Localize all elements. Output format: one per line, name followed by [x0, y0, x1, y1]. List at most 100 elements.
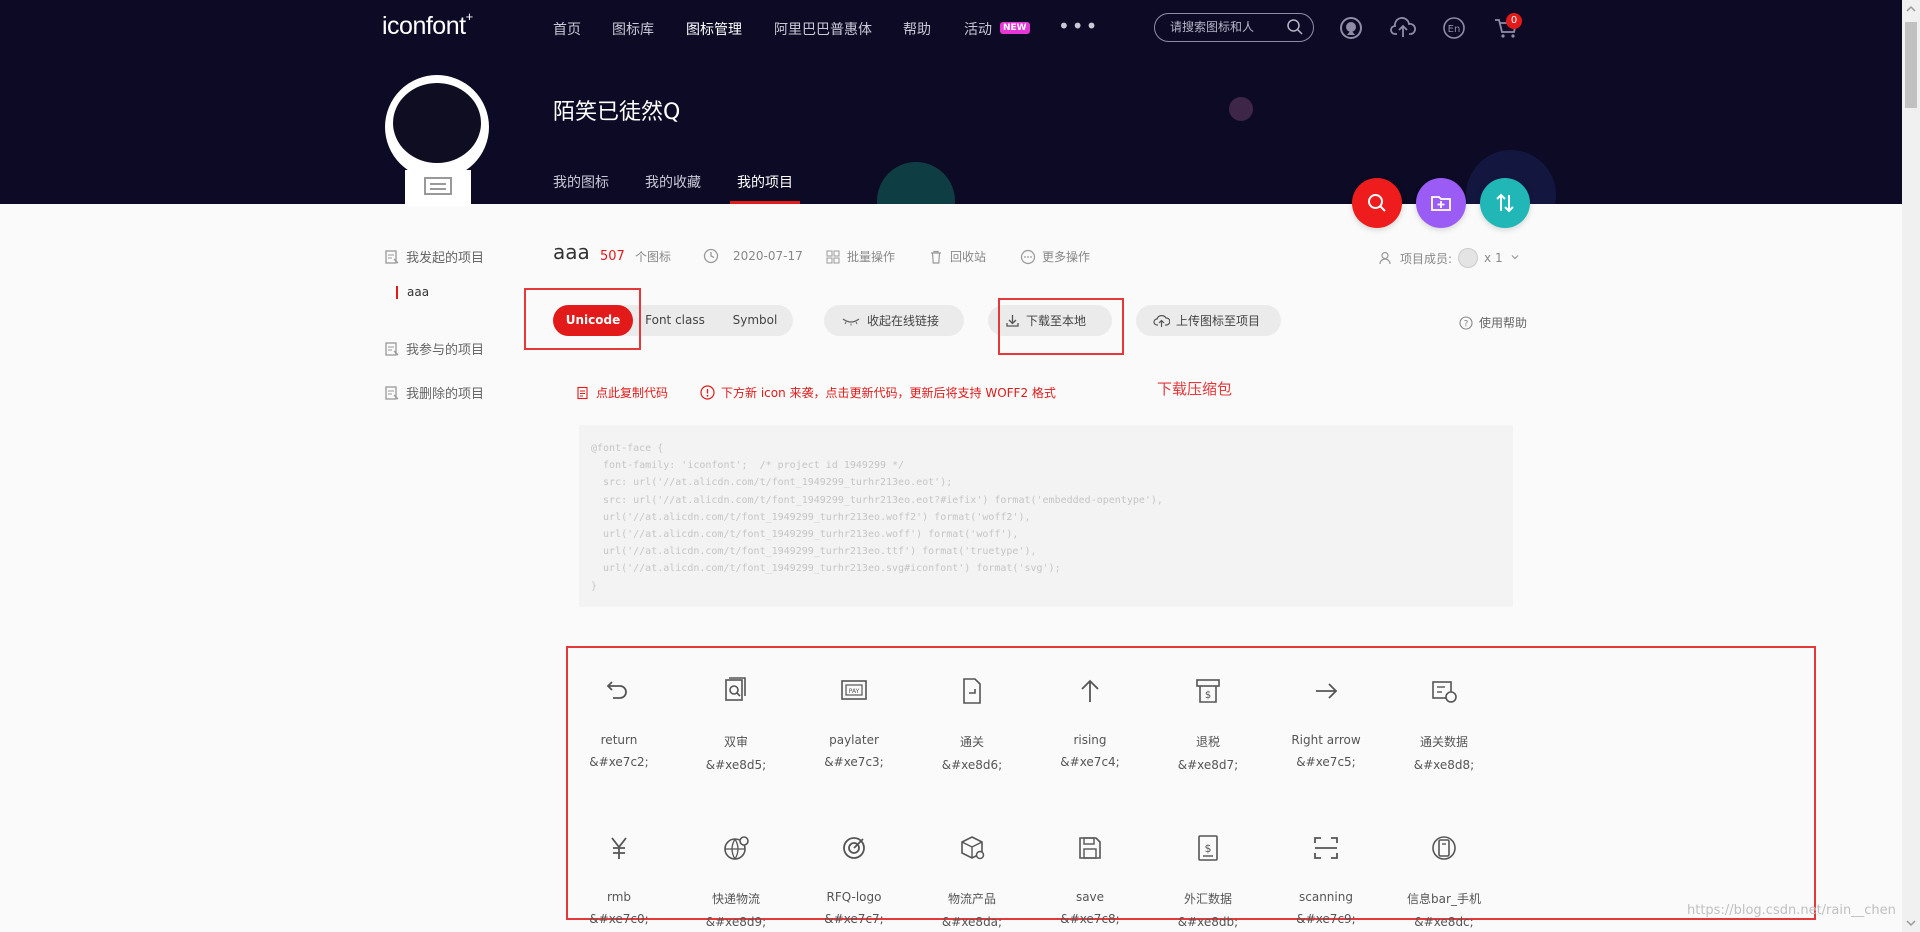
nav-icon-library[interactable]: 图标库: [612, 19, 654, 39]
grid-icon: [826, 250, 840, 263]
svg-text:En: En: [1448, 24, 1461, 35]
icon-unicode: &#xe8d9;: [705, 915, 767, 929]
cart-count-badge: 0: [1506, 13, 1522, 29]
icon-card[interactable]: 通关 &#xe8d6;: [913, 675, 1031, 772]
sidebar-joined-projects[interactable]: 我参与的项目: [384, 339, 484, 358]
project-doc-icon: [385, 341, 399, 356]
fab-add-project-button[interactable]: [1416, 178, 1466, 228]
usage-help-link[interactable]: ? 使用帮助: [1459, 314, 1527, 331]
svg-text:?: ?: [1464, 319, 1469, 329]
icon-card[interactable]: 物流产品 &#xe8da;: [913, 832, 1031, 929]
icon-name: save: [1075, 890, 1105, 904]
profile-name: 陌笑已徒然Q: [553, 100, 681, 125]
sort-arrows-icon: [1496, 193, 1514, 213]
icon-card[interactable]: save &#xe7c8;: [1031, 832, 1149, 926]
icon-name: RFQ-logo: [826, 890, 882, 904]
icon-card[interactable]: $ 外汇数据 &#xe8db;: [1149, 832, 1267, 929]
contributor-icon[interactable]: [1339, 16, 1365, 40]
icon-unicode: &#xe8da;: [941, 915, 1003, 929]
sidebar-started-label: 我发起的项目: [406, 251, 485, 266]
avatar[interactable]: [385, 75, 489, 179]
avatar-robot-body: [405, 170, 471, 206]
fab-search-button[interactable]: [1352, 178, 1402, 228]
search-icon[interactable]: [1286, 18, 1304, 40]
copy-code-link[interactable]: 点此复制代码: [576, 384, 668, 401]
icon-name: rising: [1073, 733, 1107, 747]
language-en-icon[interactable]: En: [1442, 16, 1468, 40]
icon-unicode: &#xe7c5;: [1296, 755, 1356, 769]
icon-name: return: [600, 733, 638, 747]
icon-card[interactable]: PAY paylater &#xe7c3;: [795, 675, 913, 769]
sidebar-project-aaa[interactable]: aaa: [396, 286, 429, 299]
search-input[interactable]: [1170, 18, 1280, 36]
icon-unicode: &#xe8d7;: [1177, 758, 1239, 772]
members-count: x 1: [1484, 251, 1503, 265]
question-circle-icon: ?: [1459, 315, 1473, 330]
sidebar-deleted-projects[interactable]: 我删除的项目: [384, 383, 484, 402]
tab-my-favorites[interactable]: 我的收藏: [645, 172, 701, 192]
update-code-notice[interactable]: 下方新 icon 来袭，点击更新代码，更新后将支持 WOFF2 格式: [700, 384, 1056, 401]
sidebar-deleted-label: 我删除的项目: [406, 387, 485, 402]
icon-card[interactable]: scanning &#xe7c9;: [1267, 832, 1385, 926]
icon-card[interactable]: $ 退税 &#xe8d7;: [1149, 675, 1267, 772]
icon-card[interactable]: 通关数据 &#xe8d8;: [1385, 675, 1503, 772]
new-badge: NEW: [1000, 22, 1030, 34]
upload-cloud-icon[interactable]: [1390, 16, 1416, 40]
symbol-tab[interactable]: Symbol: [715, 305, 795, 336]
customs-data-icon: [1385, 675, 1503, 707]
font-face-code-block[interactable]: @font-face { font-family: 'iconfont'; /*…: [579, 425, 1513, 607]
nav-icon-management[interactable]: 图标管理: [686, 19, 742, 39]
more-ops-button[interactable]: 更多操作: [1020, 248, 1090, 265]
svg-text:PAY: PAY: [849, 688, 860, 695]
iconfont-logo[interactable]: iconfont+: [382, 9, 473, 41]
nav-activity[interactable]: 活动: [964, 19, 992, 39]
icon-unicode: &#xe8dc;: [1414, 915, 1474, 929]
scroll-up-icon: [1906, 5, 1916, 12]
tab-my-icons[interactable]: 我的图标: [553, 172, 609, 192]
scroll-down-icon: [1906, 920, 1916, 927]
rising-arrow-icon: [1031, 675, 1149, 707]
members-label: 项目成员:: [1400, 251, 1453, 266]
scrollbar-track[interactable]: [1902, 0, 1920, 932]
icon-unicode: &#xe8db;: [1177, 915, 1239, 929]
sidebar-started-projects[interactable]: 我发起的项目: [384, 247, 484, 266]
save-icon: [1031, 832, 1149, 864]
icon-card[interactable]: return &#xe7c2;: [560, 675, 678, 769]
help-label: 使用帮助: [1479, 316, 1528, 330]
icon-card[interactable]: rising &#xe7c4;: [1031, 675, 1149, 769]
icon-card[interactable]: RFQ-logo &#xe7c7;: [795, 832, 913, 926]
project-members[interactable]: 项目成员: x 1: [1378, 248, 1521, 268]
icon-card[interactable]: rmb &#xe7c0;: [560, 832, 678, 926]
icon-unicode: &#xe7c7;: [824, 912, 884, 926]
tab-my-projects[interactable]: 我的项目: [737, 172, 793, 192]
collapse-link-button[interactable]: 收起在线链接: [824, 305, 964, 336]
icon-card[interactable]: 快递物流 &#xe8d9;: [677, 832, 795, 929]
font-class-tab[interactable]: Font class: [635, 305, 715, 336]
svg-text:$: $: [1205, 690, 1211, 701]
icon-unicode: &#xe7c0;: [589, 912, 649, 926]
annotation-highlight-unicode: [524, 288, 641, 350]
icon-count-unit: 个图标: [635, 248, 671, 265]
project-doc-icon: [385, 385, 399, 400]
more-nav-icon[interactable]: •••: [1058, 14, 1099, 38]
rfq-logo-icon: [795, 832, 913, 864]
icon-card[interactable]: Right arrow &#xe7c5;: [1267, 675, 1385, 769]
icon-name: 双审: [723, 735, 748, 749]
fab-sort-button[interactable]: [1480, 178, 1530, 228]
forex-data-icon: $: [1149, 832, 1267, 864]
icon-card[interactable]: 信息bar_手机 &#xe8dc;: [1385, 832, 1503, 929]
nav-home[interactable]: 首页: [553, 19, 581, 39]
upload-icons-button[interactable]: 上传图标至项目: [1136, 305, 1281, 336]
scrollbar-thumb[interactable]: [1905, 22, 1917, 108]
project-doc-icon: [385, 249, 399, 264]
icon-name: 通关数据: [1419, 735, 1468, 749]
icon-count-unit-text: 个图标: [635, 250, 672, 264]
recycle-bin-button[interactable]: 回收站: [928, 248, 986, 265]
nav-help[interactable]: 帮助: [903, 19, 931, 39]
nav-alibaba-font[interactable]: 阿里巴巴普惠体: [774, 19, 872, 39]
batch-ops-button[interactable]: 批量操作: [825, 248, 895, 265]
annotation-download-zip: 下载压缩包: [1157, 380, 1233, 398]
icon-name: rmb: [606, 890, 632, 904]
icon-card[interactable]: 双审 &#xe8d5;: [677, 675, 795, 772]
icon-unicode: &#xe7c3;: [824, 755, 884, 769]
